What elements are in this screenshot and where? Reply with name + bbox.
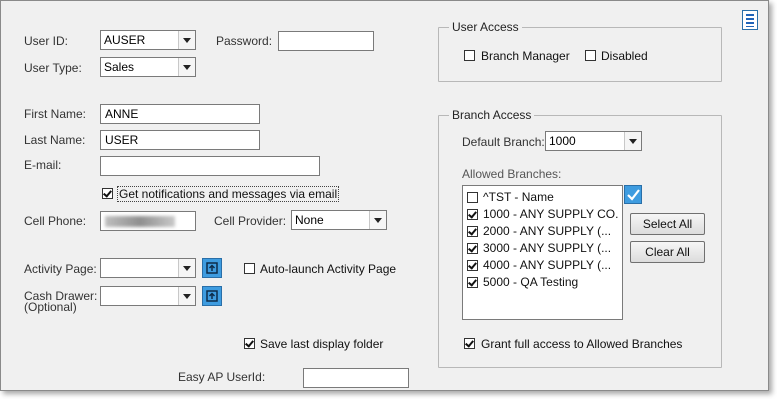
chevron-down-icon[interactable] xyxy=(178,259,195,277)
cell-phone-label: Cell Phone: xyxy=(24,214,87,228)
branch-checkbox[interactable] xyxy=(467,260,478,271)
user-type-value: Sales xyxy=(104,60,135,74)
chevron-down-icon[interactable] xyxy=(178,58,195,76)
disabled-checkbox[interactable] xyxy=(585,50,596,61)
user-type-select[interactable]: Sales xyxy=(100,57,196,77)
save-folder-label[interactable]: Save last display folder xyxy=(260,337,383,351)
default-branch-select[interactable]: 1000 xyxy=(545,131,642,151)
branch-checkbox[interactable] xyxy=(467,192,478,203)
first-name-field[interactable]: ANNE xyxy=(100,104,260,124)
menu-icon[interactable] xyxy=(742,10,758,30)
branch-label: 1000 - ANY SUPPLY CO. xyxy=(483,207,619,221)
open-page-icon[interactable] xyxy=(202,286,222,306)
branch-manager-label[interactable]: Branch Manager xyxy=(481,49,570,63)
default-branch-value: 1000 xyxy=(549,134,576,148)
user-settings-window: User ID: AUSER Password: User Type: Sale… xyxy=(0,0,769,391)
user-access-title: User Access xyxy=(449,20,522,34)
branch-checkbox[interactable] xyxy=(467,277,478,288)
cell-provider-label: Cell Provider: xyxy=(214,214,287,228)
email-label: E-mail: xyxy=(24,158,62,172)
branch-label: 5000 - QA Testing xyxy=(483,275,579,289)
cell-provider-select[interactable]: None xyxy=(291,210,387,230)
disabled-label[interactable]: Disabled xyxy=(601,49,648,63)
chevron-down-icon[interactable] xyxy=(178,287,195,305)
branch-label: 4000 - ANY SUPPLY (... xyxy=(483,258,612,272)
notifications-label[interactable]: Get notifications and messages via email xyxy=(117,186,340,202)
clear-all-button[interactable]: Clear All xyxy=(630,241,705,263)
branch-checkbox[interactable] xyxy=(467,243,478,254)
cell-phone-field[interactable] xyxy=(100,211,196,231)
activity-page-label: Activity Page: xyxy=(24,262,97,276)
allowed-branches-list[interactable]: ^TST - Name 1000 - ANY SUPPLY CO. 2000 -… xyxy=(462,185,623,320)
last-name-field[interactable]: USER xyxy=(100,130,260,150)
cash-drawer-optional-label: (Optional) xyxy=(24,300,77,314)
branch-label: 2000 - ANY SUPPLY (... xyxy=(483,224,612,238)
allowed-branches-label: Allowed Branches: xyxy=(462,167,562,181)
auto-launch-label[interactable]: Auto-launch Activity Page xyxy=(260,262,396,276)
user-id-label: User ID: xyxy=(24,34,69,48)
chevron-down-icon[interactable] xyxy=(178,31,195,49)
easy-ap-label: Easy AP UserId: xyxy=(178,370,266,384)
password-field[interactable] xyxy=(278,31,374,51)
first-name-label: First Name: xyxy=(24,107,87,121)
open-page-icon[interactable] xyxy=(202,258,222,278)
email-field[interactable] xyxy=(100,156,320,176)
notifications-checkbox[interactable] xyxy=(102,188,113,199)
user-id-select[interactable]: AUSER xyxy=(100,30,196,50)
branch-access-title: Branch Access xyxy=(449,108,535,122)
select-all-button[interactable]: Select All xyxy=(630,213,705,235)
branch-manager-checkbox[interactable] xyxy=(464,50,475,61)
branch-label: ^TST - Name xyxy=(483,190,554,204)
redacted-phone xyxy=(105,216,175,227)
branch-checkbox[interactable] xyxy=(467,209,478,220)
password-label: Password: xyxy=(216,34,273,48)
grant-full-access-checkbox[interactable] xyxy=(464,338,475,349)
chevron-down-icon[interactable] xyxy=(624,132,641,150)
grant-full-access-label[interactable]: Grant full access to Allowed Branches xyxy=(481,337,682,351)
checkmark-icon[interactable] xyxy=(624,185,642,204)
activity-page-select[interactable] xyxy=(100,258,196,278)
auto-launch-checkbox[interactable] xyxy=(244,263,255,274)
branch-checkbox[interactable] xyxy=(467,226,478,237)
user-type-label: User Type: xyxy=(24,61,82,75)
branch-label: 3000 - ANY SUPPLY (... xyxy=(483,241,612,255)
chevron-down-icon[interactable] xyxy=(369,211,386,229)
user-id-value: AUSER xyxy=(104,33,146,47)
easy-ap-field[interactable] xyxy=(303,368,409,388)
save-folder-checkbox[interactable] xyxy=(244,338,255,349)
default-branch-label: Default Branch: xyxy=(462,135,545,149)
cash-drawer-select[interactable] xyxy=(100,286,196,306)
cell-provider-value: None xyxy=(295,213,324,227)
last-name-label: Last Name: xyxy=(24,133,86,147)
